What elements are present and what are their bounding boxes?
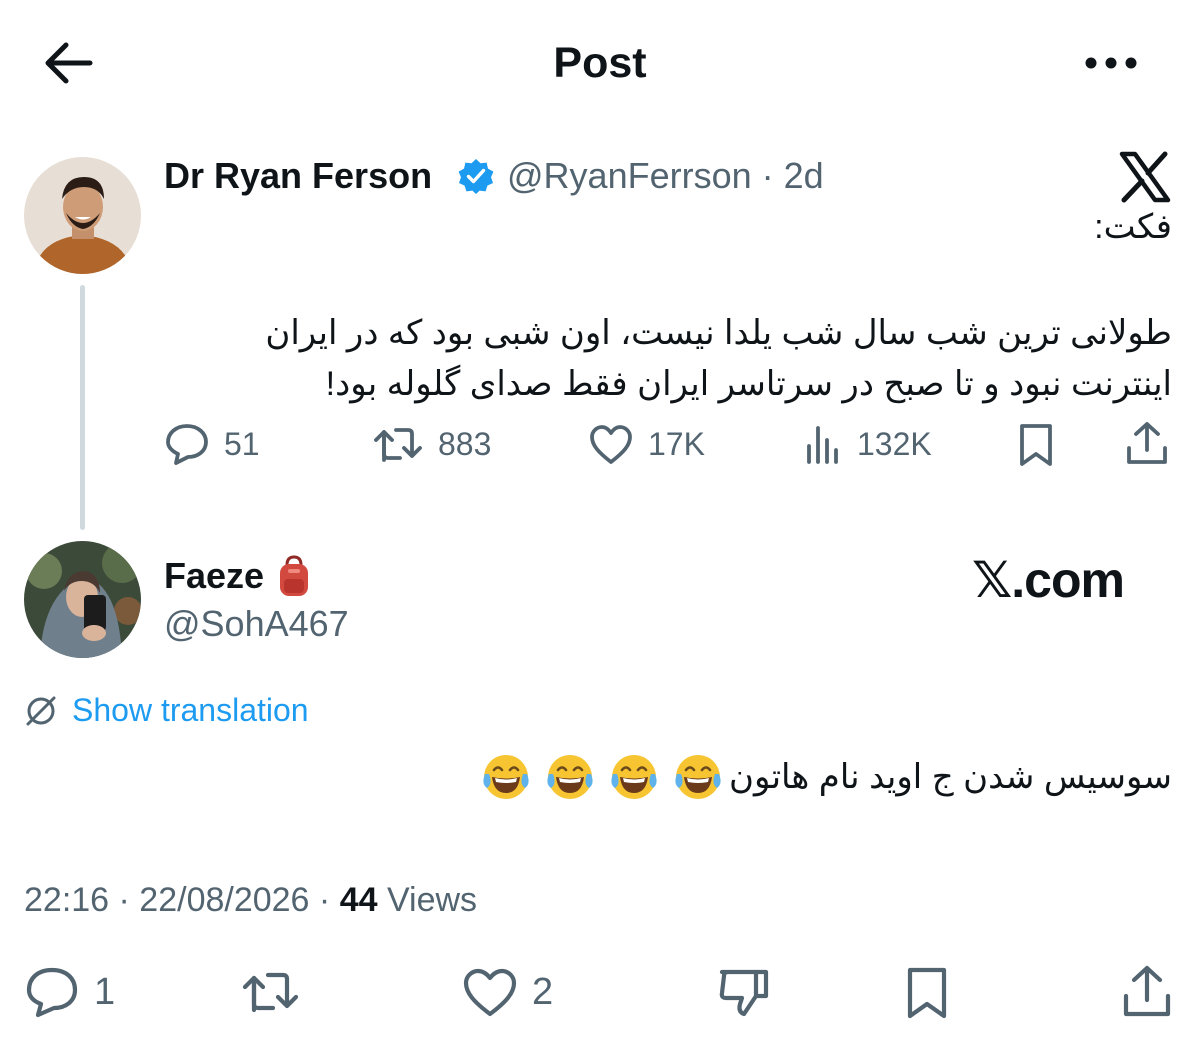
tweet-text: سوسیس شدن ج اوید نام هاتون — [479, 750, 1172, 804]
share-button[interactable] — [1120, 964, 1174, 1020]
comment-icon — [26, 967, 78, 1018]
author-handle[interactable]: @RyanFerrson · 2d — [507, 154, 824, 198]
heart-icon — [590, 425, 632, 464]
bookmark-icon — [907, 967, 947, 1019]
back-button[interactable] — [40, 38, 96, 88]
heart-icon — [463, 968, 517, 1017]
repost-count: 883 — [438, 425, 492, 462]
views-count: 44 — [339, 881, 378, 919]
avatar[interactable] — [24, 541, 141, 658]
show-translation-link[interactable]: Show translation — [24, 692, 309, 729]
bookmark-icon — [1020, 424, 1052, 466]
analytics-icon — [807, 426, 838, 464]
bookmark-button[interactable] — [900, 966, 954, 1020]
share-icon — [1123, 965, 1171, 1017]
more-button[interactable] — [1078, 38, 1144, 88]
tweet-text: طولانی ترین شب سال شب یلدا نیست، اون شبی… — [265, 314, 1172, 403]
repost-button[interactable] — [240, 966, 316, 1018]
face-with-tears-of-joy-icon — [611, 755, 657, 799]
tweet-label: فکت: — [1094, 208, 1172, 246]
like-button[interactable]: 2 — [462, 966, 553, 1018]
downvote-button[interactable] — [716, 966, 772, 1020]
share-icon — [1127, 422, 1167, 464]
like-count: 17K — [648, 425, 705, 462]
show-translation-label[interactable]: Show translation — [72, 692, 309, 729]
backpack-icon — [272, 553, 316, 599]
share-button[interactable] — [1124, 420, 1170, 468]
globe-off-icon — [26, 696, 56, 725]
face-with-tears-of-joy-icon — [483, 755, 529, 799]
arrow-left-icon — [45, 42, 93, 84]
reply-count: 1 — [94, 970, 116, 1013]
author-name[interactable]: Dr Ryan Ferson — [164, 154, 432, 198]
face-with-tears-of-joy-icon — [547, 755, 593, 799]
views-count: 132K — [857, 425, 932, 462]
author-handle[interactable]: @SohA467 — [164, 601, 349, 647]
reply-button[interactable]: 51 — [164, 422, 260, 466]
thread-line — [80, 285, 85, 530]
thumbs-down-icon — [719, 969, 769, 1017]
face-with-tears-of-joy-icon — [675, 755, 721, 799]
reply-count: 51 — [224, 425, 260, 462]
x-logo-icon — [1118, 150, 1172, 204]
reply-text: سوسیس شدن ج اوید نام هاتون — [729, 758, 1172, 796]
views-button[interactable]: 132K — [803, 422, 932, 466]
like-count: 2 — [532, 970, 554, 1013]
repost-button[interactable]: 883 — [372, 422, 491, 466]
more-horizontal-icon — [1085, 57, 1137, 69]
views-label: Views — [377, 881, 478, 919]
repost-icon — [374, 428, 422, 462]
repost-icon — [242, 972, 299, 1013]
timestamp: 22:16 · 22/08/2026 · — [24, 881, 340, 919]
verified-badge-icon — [457, 157, 495, 195]
emoji-group — [479, 750, 725, 804]
tweet-meta: 22:16 · 22/08/2026 · 44 Views — [24, 878, 477, 922]
page-title: Post — [553, 39, 647, 87]
like-button[interactable]: 17K — [588, 422, 705, 466]
avatar[interactable] — [24, 157, 141, 274]
reply-button[interactable]: 1 — [24, 966, 115, 1018]
bookmark-button[interactable] — [1014, 422, 1058, 468]
comment-icon — [166, 424, 208, 465]
watermark: 𝕏.com — [972, 552, 1125, 608]
author-name[interactable]: Faeze — [164, 553, 264, 599]
